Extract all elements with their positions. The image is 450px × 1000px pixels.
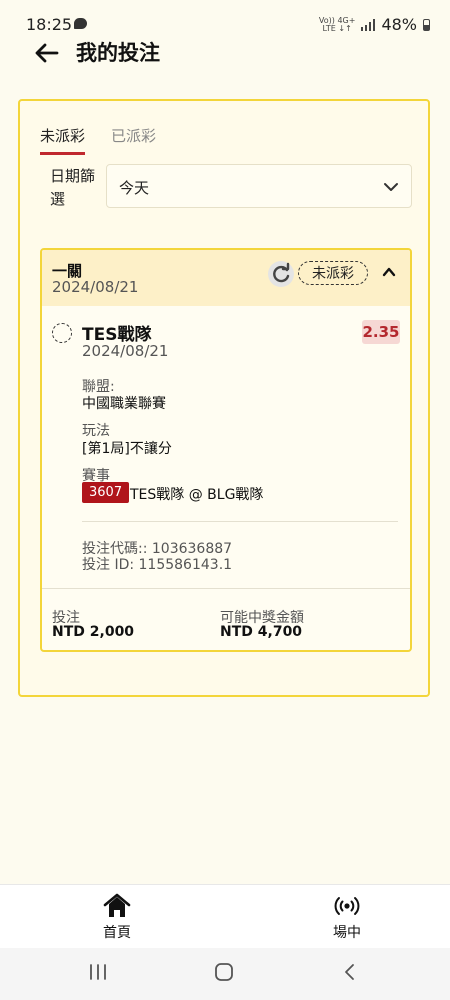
- status-indicators: Vo)) 4G+ LTE ↓↑ 48%: [319, 15, 430, 34]
- recent-apps-icon: [90, 964, 106, 980]
- bets-panel: 未派彩 已派彩 日期篩選 今天 一關 2024/08/21 未派彩 TES戰隊 …: [18, 99, 430, 697]
- back-system-button[interactable]: [340, 962, 360, 986]
- signal-icon: [361, 18, 376, 31]
- league-value: 中國職業聯賽: [82, 396, 166, 412]
- page-title: 我的投注: [76, 41, 160, 65]
- nav-live[interactable]: 場中: [307, 893, 387, 942]
- live-broadcast-icon: [334, 897, 360, 915]
- chevron-left-icon: [345, 964, 354, 980]
- nav-live-label: 場中: [333, 925, 361, 941]
- page-header: 我的投注: [0, 34, 450, 74]
- selection-radio[interactable]: [52, 323, 72, 343]
- collapse-button[interactable]: [382, 264, 396, 283]
- refresh-button[interactable]: [268, 261, 294, 287]
- tab-settled[interactable]: 已派彩: [111, 125, 156, 155]
- bet-card: 一關 2024/08/21 未派彩 TES戰隊 2024/08/21 2.35 …: [40, 248, 412, 652]
- odds-badge: 2.35: [362, 320, 400, 344]
- stake-value: NTD 2,000: [52, 624, 135, 640]
- recent-apps-button[interactable]: [88, 962, 108, 986]
- battery-percent: 48%: [381, 15, 417, 34]
- selection-date: 2024/08/21: [82, 342, 169, 360]
- payout-tabs: 未派彩 已派彩: [40, 125, 156, 155]
- home-icon: [103, 893, 131, 917]
- back-button[interactable]: [32, 38, 62, 68]
- date-filter-select[interactable]: 今天: [106, 164, 412, 208]
- divider: [82, 521, 398, 522]
- bet-id: 投注 ID: 115586143.1: [82, 557, 233, 573]
- date-filter-label: 日期篩選: [50, 167, 96, 208]
- chevron-down-icon: [384, 183, 398, 191]
- home-circle-icon: [215, 963, 233, 981]
- bottom-navigation: 首頁 場中: [0, 884, 450, 949]
- market-label: 玩法: [82, 423, 110, 439]
- refresh-icon: [273, 262, 290, 283]
- status-time: 18:25: [26, 15, 73, 34]
- nav-home[interactable]: 首頁: [77, 893, 157, 942]
- event-name: TES戰隊 @ BLG戰隊: [130, 487, 264, 503]
- network-indicator: Vo)) 4G+ LTE ↓↑: [318, 15, 356, 33]
- potential-win-value: NTD 4,700: [220, 624, 303, 640]
- arrow-left-icon: [35, 43, 59, 63]
- battery-icon: [423, 18, 430, 31]
- event-id-badge: 3607: [82, 482, 130, 503]
- date-filter-value: 今天: [119, 179, 150, 197]
- message-notification-icon: [74, 18, 87, 29]
- home-system-button[interactable]: [214, 962, 234, 986]
- bet-card-header: 一關 2024/08/21 未派彩: [42, 250, 410, 306]
- nav-home-label: 首頁: [103, 925, 131, 941]
- bet-date: 2024/08/21: [52, 278, 139, 296]
- system-navigation-bar: [0, 948, 450, 1000]
- chevron-up-icon: [382, 267, 396, 277]
- status-badge: 未派彩: [298, 261, 368, 285]
- tab-unsettled[interactable]: 未派彩: [40, 125, 86, 155]
- market-value: [第1局]不讓分: [82, 441, 172, 457]
- bet-summary: 投注 NTD 2,000 可能中獎金額 NTD 4,700: [42, 588, 410, 650]
